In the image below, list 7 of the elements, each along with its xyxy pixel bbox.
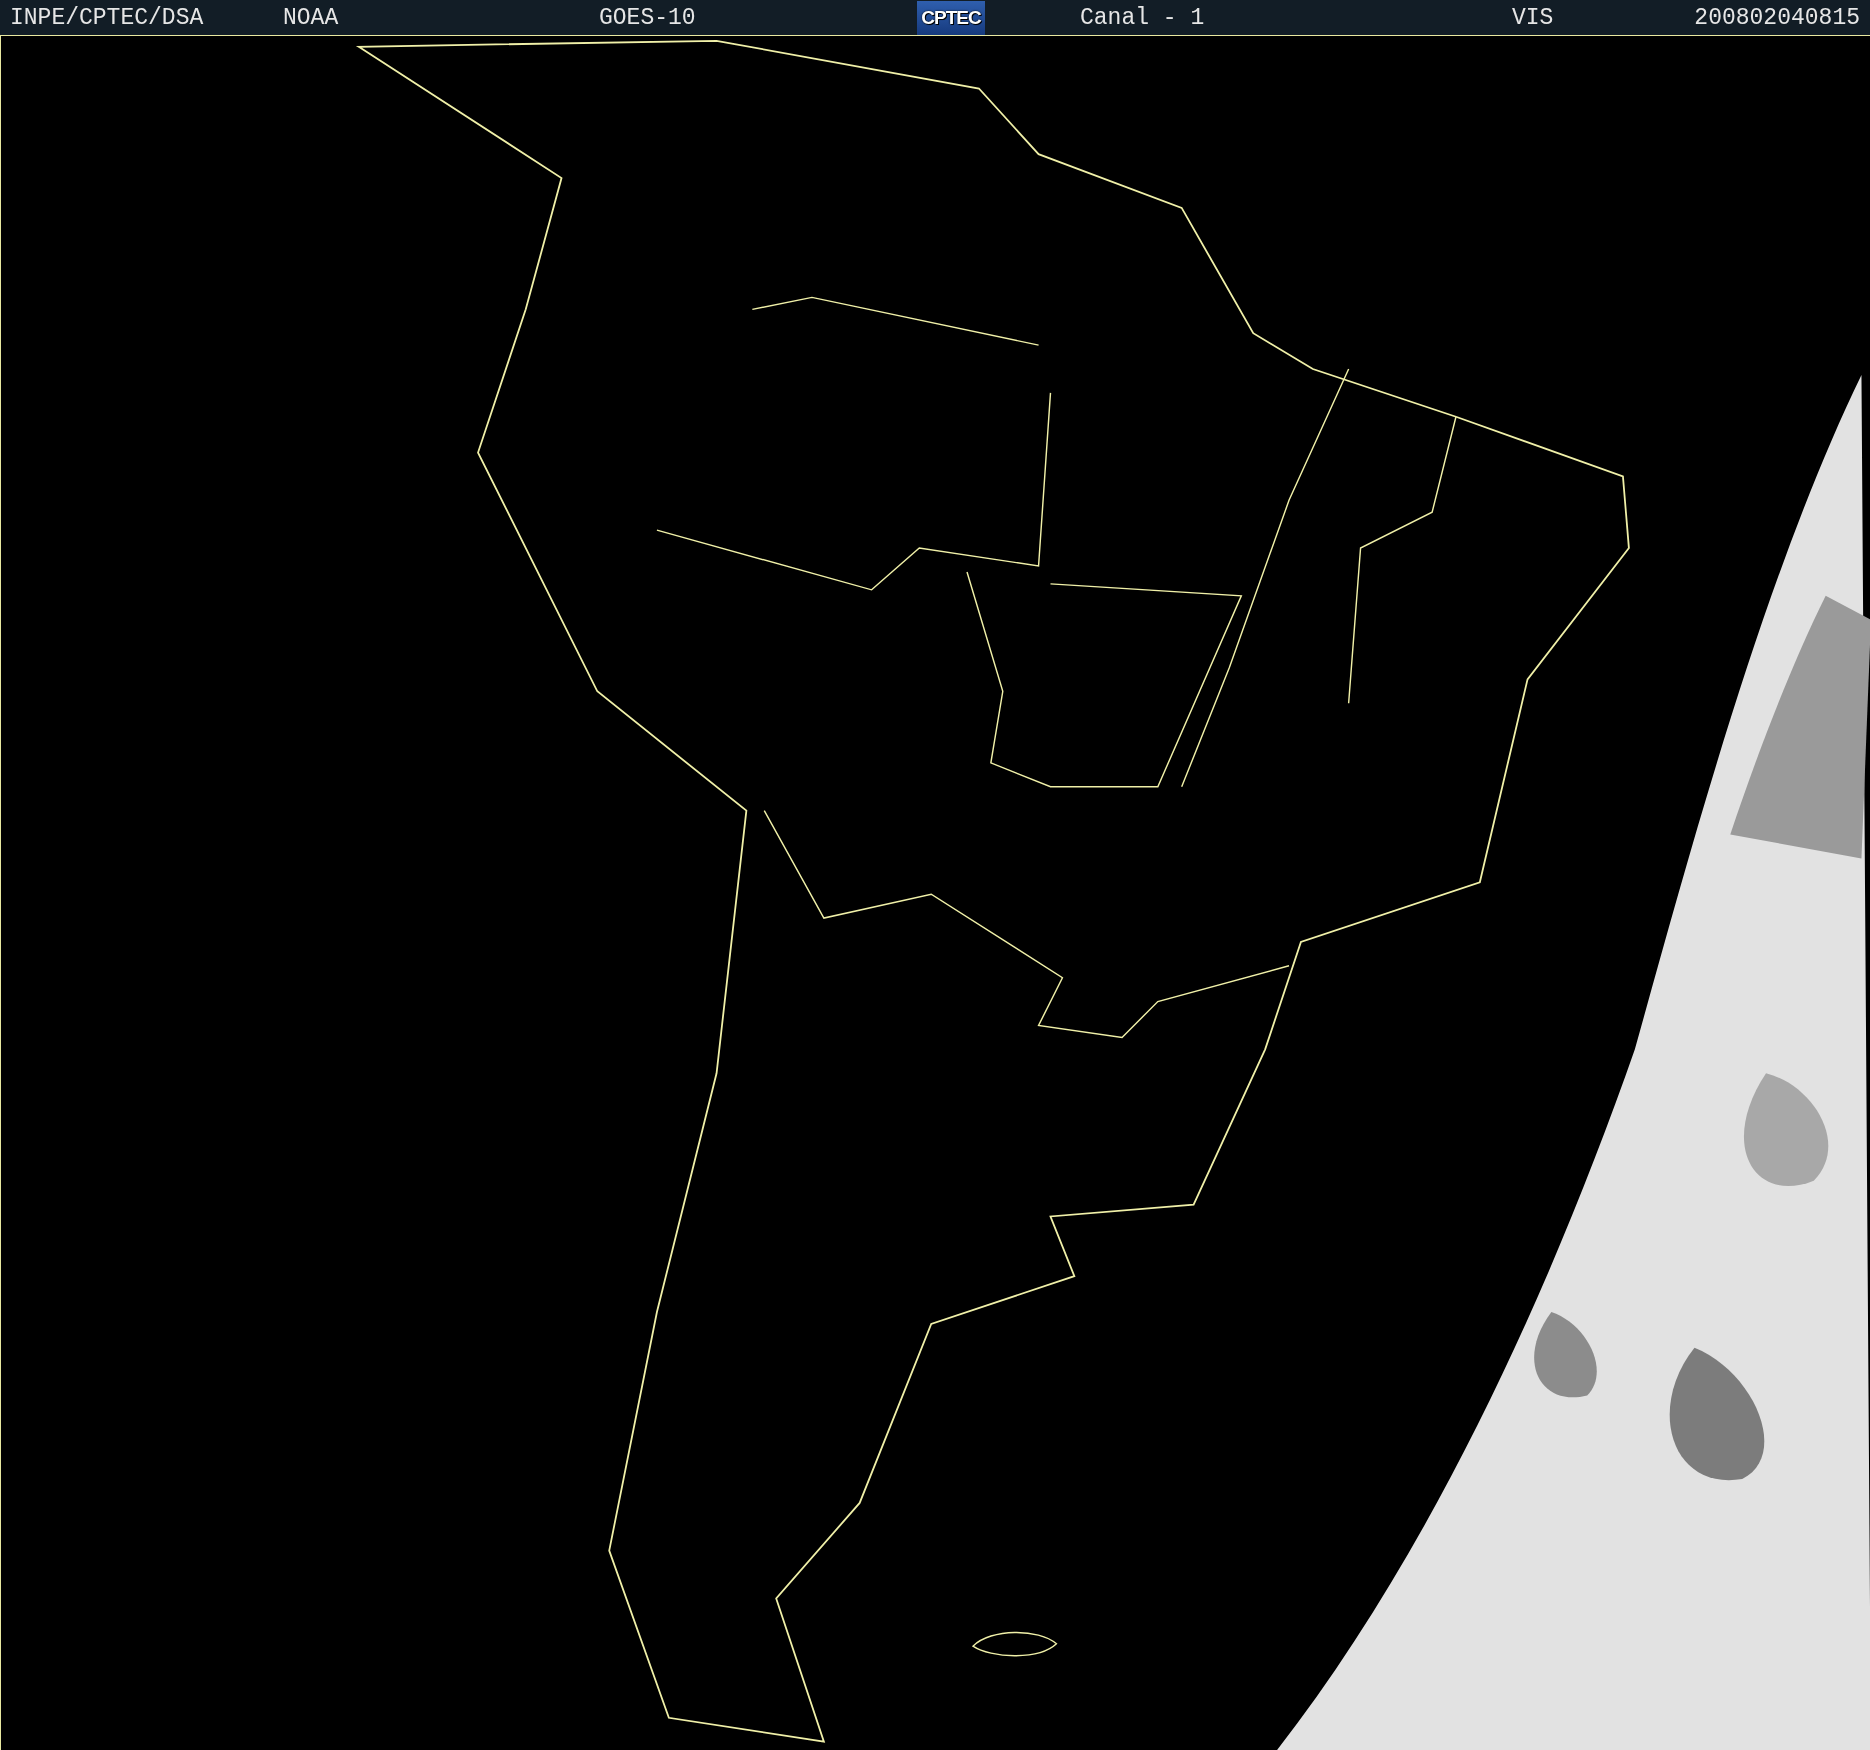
logo: CPTEC xyxy=(917,0,985,35)
source-label: INPE/CPTEC/DSA xyxy=(10,4,205,31)
satellite-label: GOES-10 xyxy=(599,4,697,31)
agency-label: NOAA xyxy=(283,4,340,31)
band-label: VIS xyxy=(1512,4,1555,31)
timestamp-label: 200802040815 xyxy=(1694,4,1860,31)
channel-label: Canal - 1 xyxy=(1080,4,1206,31)
